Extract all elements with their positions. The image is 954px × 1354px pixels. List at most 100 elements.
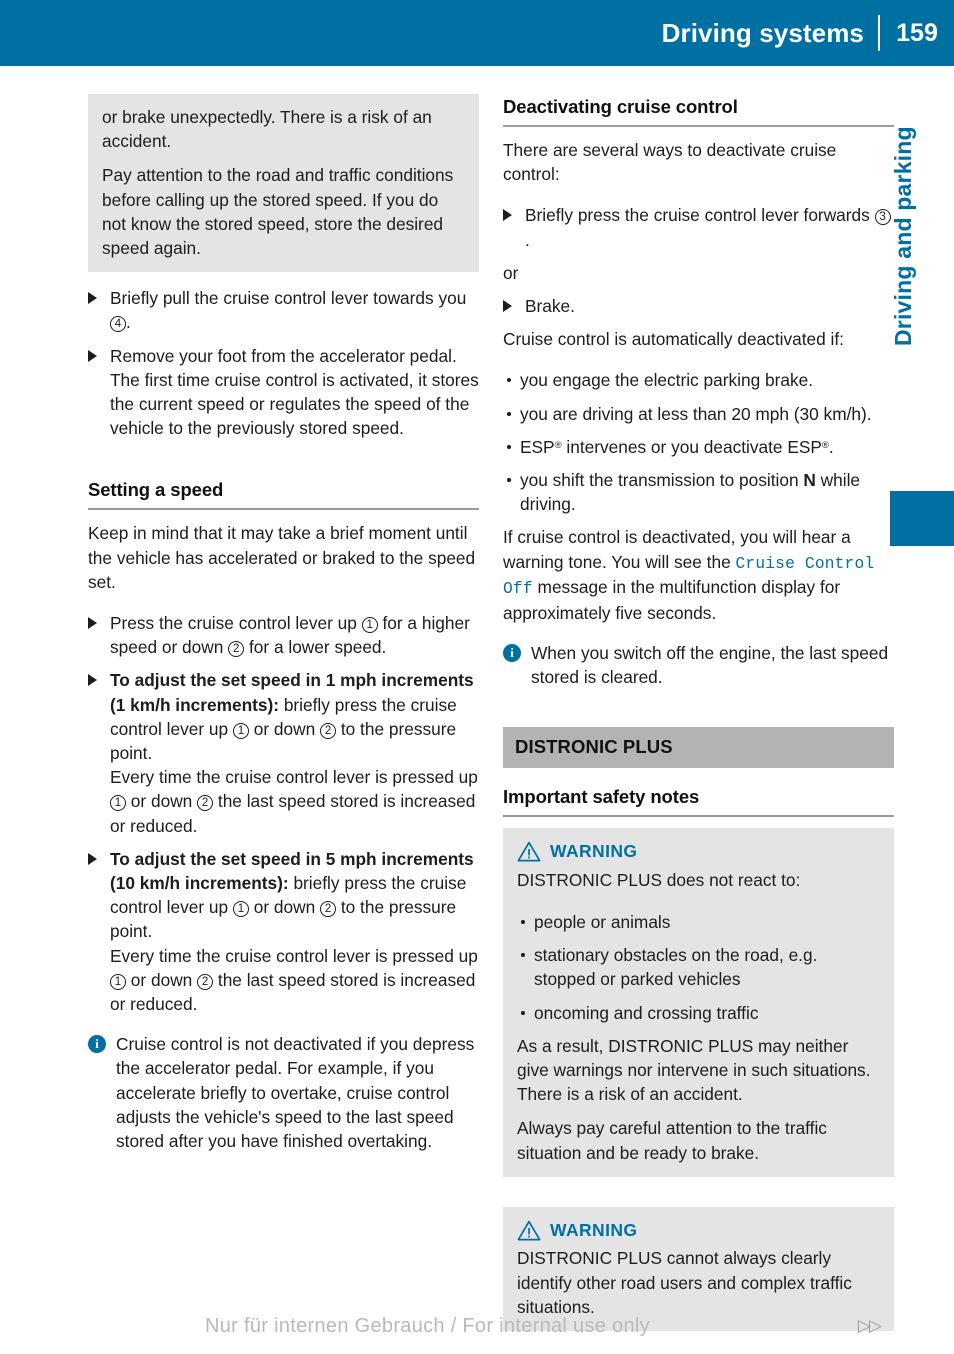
bullet-dot-icon — [521, 919, 525, 924]
intro-paragraph: Keep in mind that it may take a brief mo… — [88, 523, 476, 592]
list-item-text: people or animals — [534, 911, 671, 932]
callout-circle-2: 2 — [320, 722, 337, 739]
bullet-dot-icon — [507, 444, 511, 449]
chapter-tab-label: Driving and parking — [890, 126, 916, 346]
warning-triangle-icon — [517, 1220, 541, 1240]
step-text-2: or down — [248, 897, 321, 918]
step-remove-foot: Remove your foot from the accelerator pe… — [88, 344, 479, 441]
auto-deactivated-lead: Cruise control is automatically deactiva… — [503, 329, 844, 350]
warning-box-1: WARNING DISTRONIC PLUS does not react to… — [503, 828, 894, 1177]
section-heading-distronic-plus: DISTRONIC PLUS — [503, 727, 894, 769]
page-forward-arrows-icon: ▷▷ — [857, 1316, 882, 1335]
step-text: Brake. — [525, 295, 575, 316]
esp-text-a: ESP — [520, 436, 555, 457]
step-text-before: Briefly pull the cruise control lever to… — [110, 288, 467, 309]
step-continuation-text: The first time cruise control is activat… — [110, 369, 479, 439]
warning-tone-paragraph: If cruise control is deactivated, you wi… — [503, 525, 894, 625]
or-label: or — [503, 262, 519, 283]
warning-triangle-icon — [517, 841, 541, 862]
note-text: Cruise control is not deactivated if you… — [116, 1034, 475, 1151]
callout-circle-1: 1 — [361, 616, 378, 633]
warning-attention-paragraph: Always pay careful attention to the traf… — [517, 1118, 827, 1163]
info-icon: i — [88, 1035, 106, 1054]
warning-text-1: or brake unexpectedly. There is a risk o… — [102, 107, 432, 152]
registered-mark: ® — [821, 439, 829, 451]
step-cont-text-1: Every time the cruise control lever is p… — [110, 945, 478, 966]
warning-result-paragraph: As a result, DISTRONIC PLUS may neither … — [517, 1035, 871, 1105]
step-text-2: or down — [248, 718, 321, 739]
callout-circle-2: 2 — [197, 795, 214, 812]
note-text: When you switch off the engine, the last… — [531, 643, 889, 688]
list-item-oncoming-traffic: oncoming and crossing traffic — [517, 1001, 880, 1025]
step-adjust-1mph: To adjust the set speed in 1 mph increme… — [88, 668, 479, 837]
warning-label: WARNING — [550, 1219, 638, 1240]
step-text-2: . — [525, 229, 530, 250]
heading-deactivating-cruise-control: Deactivating cruise control — [503, 94, 894, 127]
callout-circle-2: 2 — [197, 973, 214, 990]
step-bold-lead-b: (1 km/h increments): — [110, 694, 280, 715]
deactivating-intro: There are several ways to deactivate cru… — [503, 139, 837, 185]
list-item-transmission-n: you shift the transmission to position N… — [503, 468, 894, 516]
bullet-dot-icon — [521, 953, 525, 958]
transmission-text-a: you shift the transmission to position — [520, 469, 804, 490]
step-press-lever: Press the cruise control lever up 1 for … — [88, 611, 479, 659]
page-header: Driving systems 159 — [0, 0, 954, 66]
callout-circle-1: 1 — [232, 722, 249, 739]
list-item-text: you engage the electric parking brake. — [520, 370, 814, 391]
step-text-1: Briefly press the cruise control lever f… — [525, 205, 875, 226]
step-text-1: Press the cruise control lever up — [110, 612, 362, 633]
step-bold-lead-a: To adjust the set speed in 5 mph increme… — [110, 848, 474, 869]
list-item-text: oncoming and crossing traffic — [534, 1002, 759, 1023]
warning-tone-text-b: message in the multifunction display for… — [503, 577, 841, 623]
right-column: Deactivating cruise control There are se… — [503, 94, 894, 1345]
step-arrow-icon — [88, 349, 97, 362]
callout-circle-1: 1 — [232, 901, 249, 918]
step-cont-text-1: Every time the cruise control lever is p… — [110, 767, 478, 788]
list-item-people-animals: people or animals — [517, 910, 880, 934]
bullet-dot-icon — [507, 378, 511, 383]
bullet-dot-icon — [507, 411, 511, 416]
footer-watermark: Nur für internen Gebrauch / For internal… — [205, 1315, 650, 1337]
callout-circle-4: 4 — [110, 316, 126, 333]
step-arrow-icon — [88, 616, 97, 629]
warning-header: WARNING — [517, 839, 880, 864]
info-icon: i — [503, 644, 521, 663]
step-press-forward: Briefly press the cruise control lever f… — [503, 203, 894, 251]
list-item-low-speed: you are driving at less than 20 mph (30 … — [503, 402, 894, 426]
callout-circle-3: 3 — [874, 209, 891, 226]
step-pull-lever: Briefly pull the cruise control lever to… — [88, 286, 479, 334]
callout-circle-2: 2 — [320, 901, 337, 918]
list-item-esp: ESP® intervenes or you deactivate ESP®. — [503, 435, 894, 459]
step-arrow-icon — [503, 299, 512, 312]
heading-setting-a-speed: Setting a speed — [88, 477, 479, 511]
step-bold-lead-b: (10 km/h increments): — [110, 872, 289, 893]
step-bold-lead-a: To adjust the set speed in 1 mph increme… — [110, 670, 474, 691]
esp-text-c: . — [828, 436, 834, 457]
list-item-stationary-obstacles: stationary obstacles on the road, e.g. s… — [517, 943, 880, 991]
step-arrow-icon — [88, 292, 97, 305]
page-footer: Nur für internen Gebrauch / For internal… — [0, 1292, 954, 1354]
step-cont-text-2: or down — [126, 791, 198, 812]
step-arrow-icon — [88, 674, 97, 687]
step-brake: Brake. — [503, 294, 894, 318]
bullet-dot-icon — [507, 477, 511, 482]
step-cont-text-2: or down — [126, 969, 198, 990]
chapter-tab: Driving and parking — [890, 66, 954, 706]
warning-text-2: Pay attention to the road and traffic co… — [102, 165, 454, 259]
warning-continuation-box: or brake unexpectedly. There is a risk o… — [88, 94, 479, 273]
callout-circle-1: 1 — [110, 973, 126, 990]
note-engine-off: i When you switch off the engine, the la… — [503, 641, 894, 689]
esp-text-b: intervenes or you deactivate ESP — [561, 436, 822, 457]
warning-label: WARNING — [550, 841, 638, 862]
step-text-after: . — [126, 312, 131, 333]
page-title: Driving systems — [661, 18, 864, 48]
warning-header: WARNING — [517, 1218, 880, 1243]
step-arrow-icon — [88, 852, 97, 865]
list-item-parking-brake: you engage the electric parking brake. — [503, 368, 894, 392]
